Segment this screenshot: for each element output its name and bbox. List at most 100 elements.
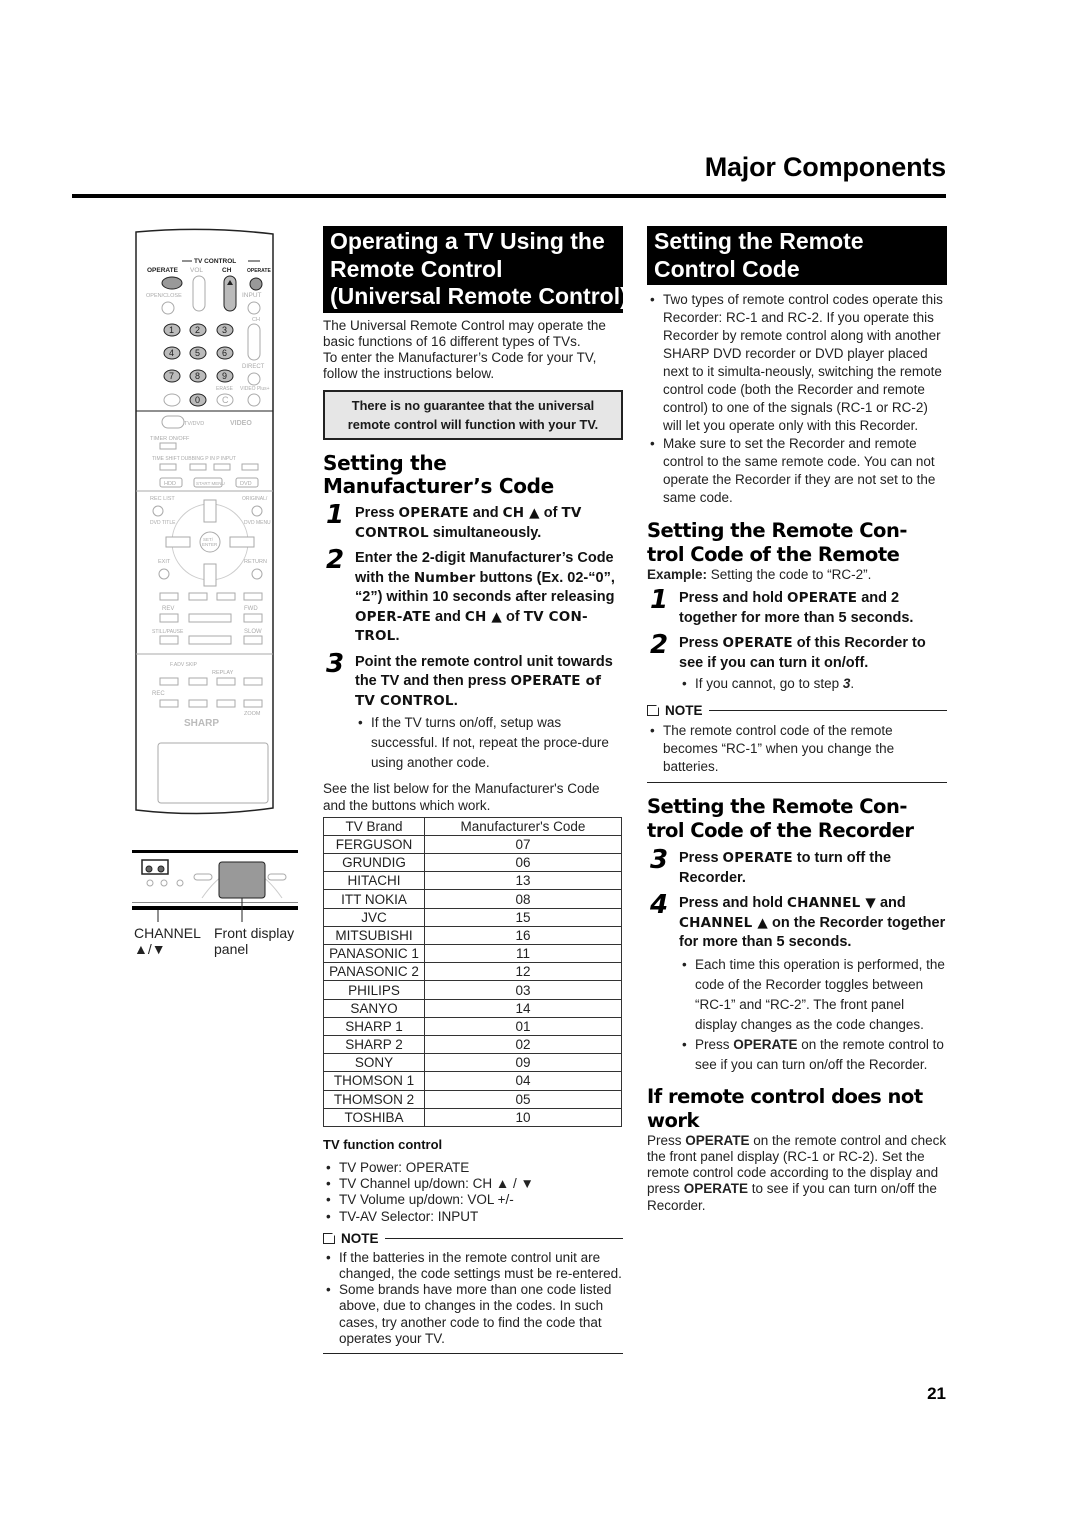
svg-text:FWD: FWD xyxy=(244,606,258,612)
svg-text:REC: REC xyxy=(152,691,165,697)
step3-note: If the TV turns on/off, setup was succes… xyxy=(355,713,623,773)
svg-text:REC LIST: REC LIST xyxy=(150,496,175,502)
intro-paragraph: The Universal Remote Control may operate… xyxy=(323,317,606,382)
table-row: GRUNDIG 06 xyxy=(323,853,622,873)
front-display-caption: Front display panel xyxy=(214,925,295,957)
svg-text:REPLAY: REPLAY xyxy=(212,670,234,676)
step4-bullet: Each time this operation is performed, t… xyxy=(679,955,947,1035)
note-icon xyxy=(323,1231,336,1244)
svg-text:ZOOM: ZOOM xyxy=(244,711,261,717)
sharp-logo: SHARP xyxy=(184,718,219,729)
table-row: HITACHI 13 xyxy=(323,871,622,891)
tv-brand-cell: THOMSON 1 xyxy=(323,1071,425,1091)
svg-text:START MENU: START MENU xyxy=(196,481,225,486)
svg-text:9: 9 xyxy=(222,371,227,381)
svg-text:1: 1 xyxy=(169,325,174,335)
battery-cover xyxy=(157,742,269,804)
svg-text:C: C xyxy=(222,395,229,405)
step-item: 2 Enter the 2-digit Manufacturer’s Code w… xyxy=(323,547,623,647)
tv-operate-label: OPERATE xyxy=(247,268,271,274)
note-header: NOTE xyxy=(647,703,947,718)
svg-text:DVD: DVD xyxy=(240,481,252,487)
tv-brand-cell: GRUNDIG xyxy=(323,853,425,873)
code-cell: 04 xyxy=(424,1071,622,1091)
svg-text:4: 4 xyxy=(169,348,174,358)
note-item: If the batteries in the remote control u… xyxy=(323,1250,623,1282)
table-row: SHARP 1 01 xyxy=(323,1016,622,1036)
step-item: 3 Point the remote control unit towards t… xyxy=(323,651,623,712)
operate-button xyxy=(161,276,183,290)
step-text: Press OPERATE and CH ▲ of TV CONTROL sim… xyxy=(355,505,582,541)
tv-brand-cell: SHARP 2 xyxy=(323,1034,425,1055)
operate-label: OPERATE xyxy=(147,267,179,274)
manufacturer-code-table: TV Brand Manufacturer's Code FERGUSON 07 G… xyxy=(323,816,622,1127)
svg-text:DVD MENU: DVD MENU xyxy=(244,520,271,526)
recorder-code-heading: Setting the Remote Con-trol Code of the … xyxy=(647,795,914,843)
function-item: TV Volume up/down: VOL +/- xyxy=(323,1192,623,1208)
tv-brand-cell: TOSHIBA xyxy=(323,1107,425,1127)
step-number: 1 xyxy=(650,585,669,616)
channel-caption: CHANNEL ▲/▼ xyxy=(134,925,201,957)
tv-brand-cell: PANASONIC 1 xyxy=(323,944,425,964)
code-cell: 15 xyxy=(424,907,622,927)
warning-box: There is no guarantee that the universal… xyxy=(323,390,623,441)
svg-text:DIRECT: DIRECT xyxy=(242,364,265,370)
svg-text:TIMER ON/OFF: TIMER ON/OFF xyxy=(150,436,190,442)
step2-note: If you cannot, go to step 3. xyxy=(679,675,947,693)
note-header: NOTE xyxy=(323,1231,623,1246)
intro-bullet: Make sure to set the Recorder and remote… xyxy=(647,435,947,507)
function-control-heading: TV function control xyxy=(323,1136,443,1152)
step-item: 1 Press and hold OPERATE and 2 together f… xyxy=(647,585,947,628)
svg-text:TIME SHIFT DUBBING P IN P I: TIME SHIFT DUBBING P IN P INPUT xyxy=(152,456,236,462)
channel-buttons xyxy=(141,859,169,875)
code-cell: 16 xyxy=(424,925,622,946)
step-item: 4 Press and hold CHANNEL ▼ and CHANNEL ▲ … xyxy=(647,890,947,953)
svg-text:VIDEO Plus+: VIDEO Plus+ xyxy=(240,386,270,392)
svg-text:7: 7 xyxy=(169,371,174,381)
function-list: TV Power: OPERATETV Channel up/down: CH … xyxy=(323,1160,623,1225)
universal-remote-section: Operating a TV Using the Remote Control … xyxy=(323,226,628,1354)
note-icon xyxy=(647,704,660,717)
tv-brand-cell: MITSUBISHI xyxy=(323,925,425,946)
step-text: Press OPERATE of this Recorder to see if… xyxy=(679,635,926,671)
code-cell: 07 xyxy=(424,834,622,855)
step-number: 1 xyxy=(326,500,345,531)
dpad-left xyxy=(165,536,191,548)
svg-text:ENTER: ENTER xyxy=(202,542,218,547)
function-item: TV Power: OPERATE xyxy=(323,1160,623,1176)
svg-text:8: 8 xyxy=(195,371,200,381)
code-cell: 01 xyxy=(424,1016,622,1036)
dpad-up xyxy=(203,499,217,523)
table-row: SHARP 2 02 xyxy=(323,1034,622,1055)
ch-label: CH xyxy=(222,267,232,274)
step4-bullet: Press OPERATE on the remote control to s… xyxy=(679,1035,947,1075)
front-display xyxy=(218,861,266,899)
manufacturer-steps: 1 Press OPERATE and CH ▲ of TV CONTROL si… xyxy=(323,500,623,712)
step4-notes: Each time this operation is performed, t… xyxy=(679,955,947,1075)
code-cell: 06 xyxy=(424,853,622,873)
svg-text:2: 2 xyxy=(195,325,200,335)
step-text: Press and hold OPERATE and 2 together fo… xyxy=(679,590,914,626)
recorder-steps: 3 Press OPERATE to turn off the Recorder.… xyxy=(647,847,947,953)
function-item: TV-AV Selector: INPUT xyxy=(323,1209,623,1225)
code-cell: 13 xyxy=(424,871,622,891)
troubleshoot-heading: If remote control does not work xyxy=(647,1084,923,1132)
step-number: 4 xyxy=(650,890,669,921)
tv-brand-cell: JVC xyxy=(323,907,425,927)
note-end-rule xyxy=(647,782,947,784)
remote-steps: 1 Press and hold OPERATE and 2 together f… xyxy=(647,585,947,673)
step-item: 1 Press OPERATE and CH ▲ of TV CONTROL si… xyxy=(323,500,623,543)
step-text: Enter the 2-digit Manufacturer’s Code wi… xyxy=(355,550,615,645)
svg-text:5: 5 xyxy=(195,348,200,358)
code-cell: 11 xyxy=(424,944,622,964)
svg-text:STILL/PAUSE: STILL/PAUSE xyxy=(152,629,184,635)
svg-text:VIDEO: VIDEO xyxy=(230,420,252,427)
svg-text:3: 3 xyxy=(222,325,227,335)
code-cell: 12 xyxy=(424,962,622,982)
tv-brand-cell: SHARP 1 xyxy=(323,1016,425,1036)
code-cell: 10 xyxy=(424,1107,622,1127)
svg-text:ERASE: ERASE xyxy=(216,386,234,392)
svg-text:DVD TITLE: DVD TITLE xyxy=(150,520,176,526)
table-row: ITT NOKIA 08 xyxy=(323,889,622,909)
recorder-front-panel-illustration xyxy=(132,850,298,922)
